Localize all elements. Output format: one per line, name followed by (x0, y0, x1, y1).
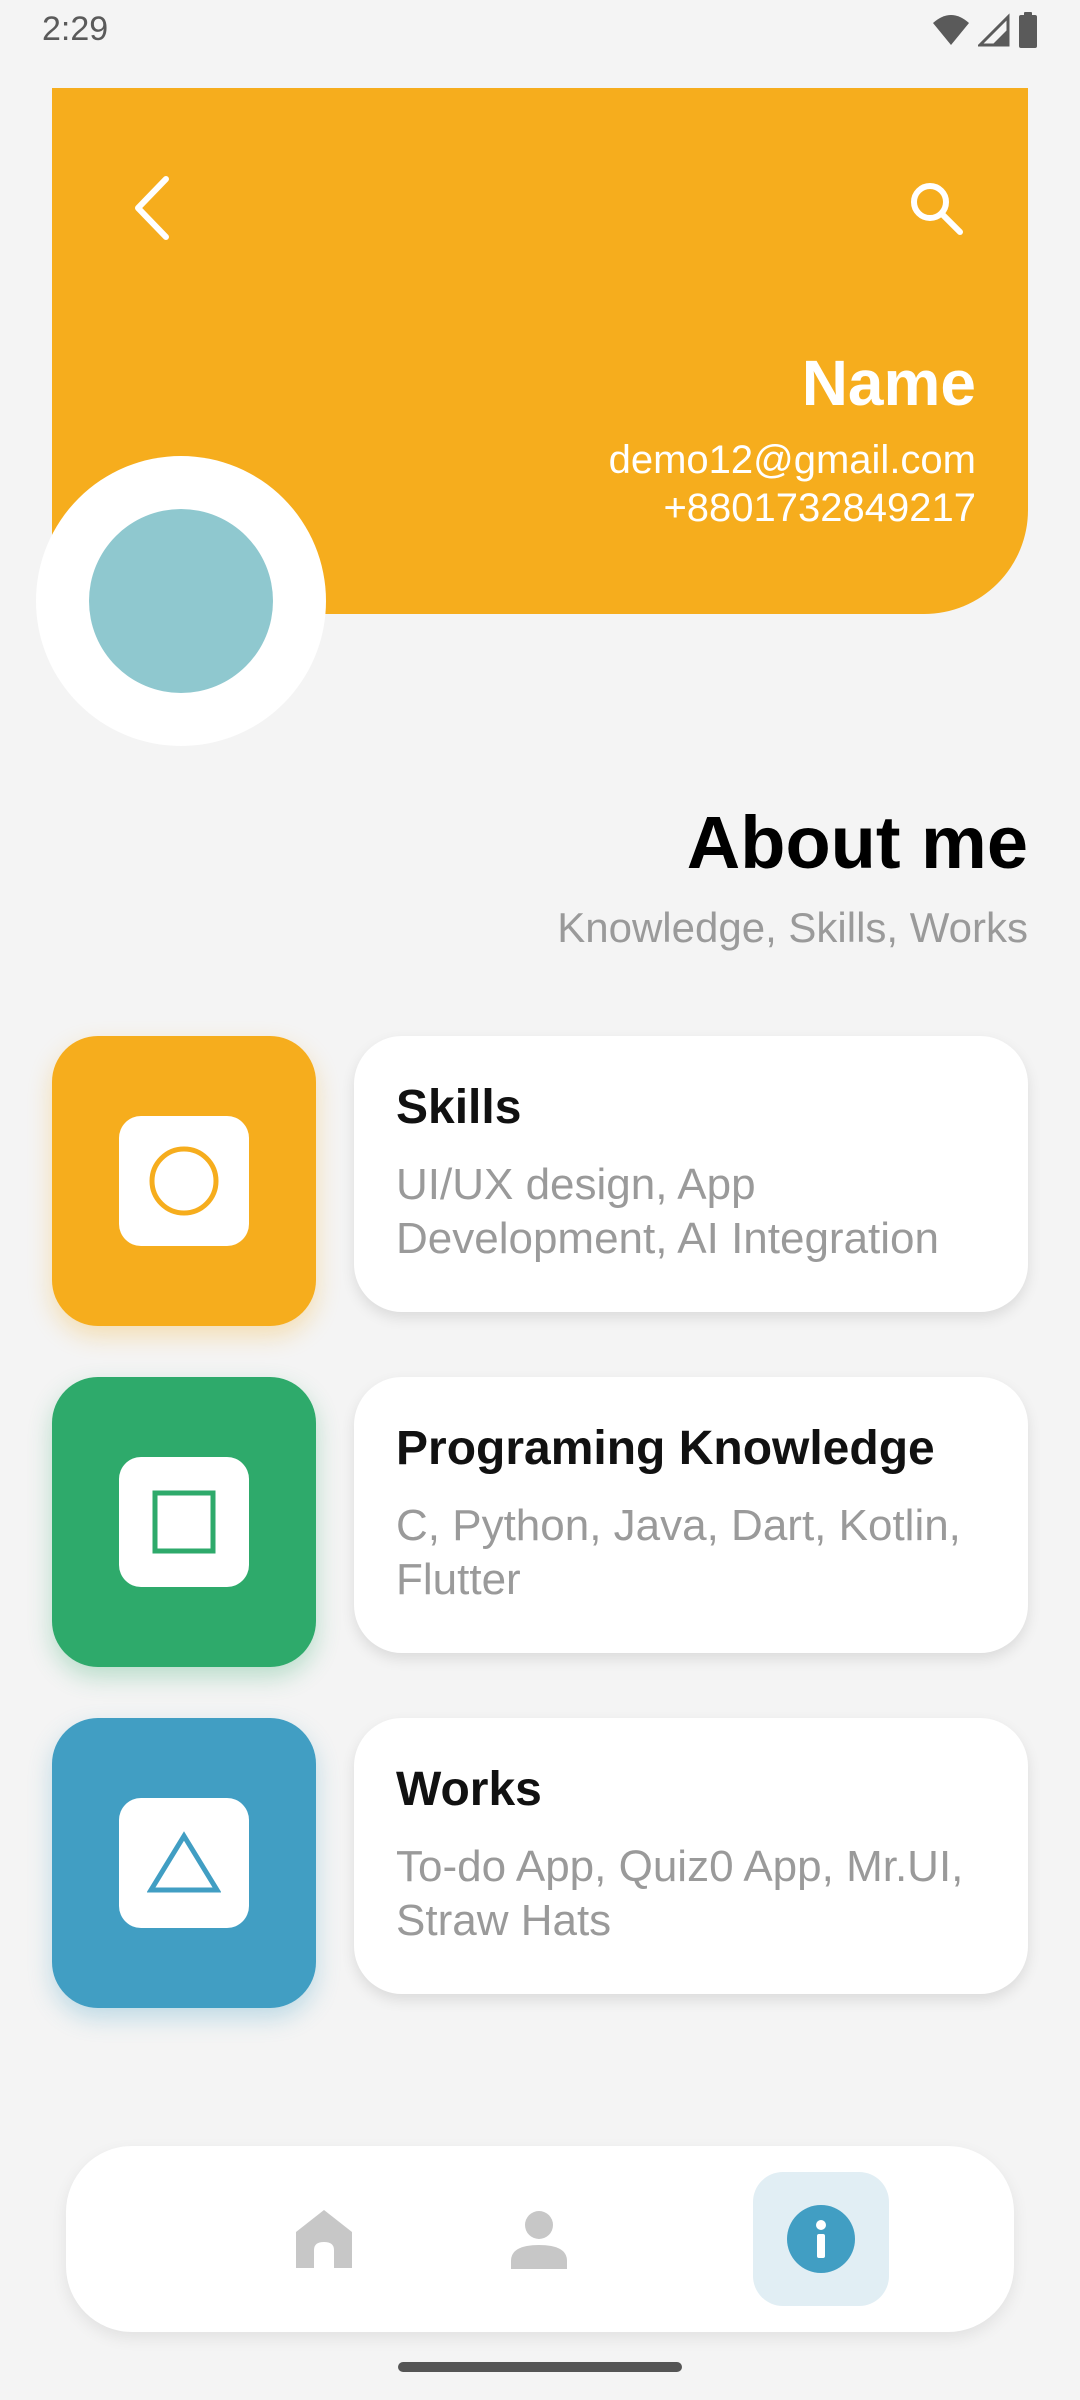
search-icon (911, 183, 963, 235)
profile-email: demo12@gmail.com (608, 438, 976, 482)
works-card[interactable]: Works To-do App, Quiz0 App, Mr.UI, Straw… (354, 1718, 1028, 1994)
cellular-signal-icon (978, 13, 1010, 47)
info-icon (787, 2205, 855, 2273)
status-bar: 2:29 (0, 0, 1080, 58)
circle-icon (149, 1146, 219, 1216)
knowledge-icon-inner (119, 1457, 249, 1587)
works-icon-inner (119, 1798, 249, 1928)
skills-icon-tile[interactable] (52, 1036, 316, 1326)
works-icon-tile[interactable] (52, 1718, 316, 2008)
avatar-ring (36, 456, 326, 746)
nav-profile[interactable] (471, 2172, 607, 2306)
skills-icon-inner (119, 1116, 249, 1246)
search-button[interactable] (896, 168, 976, 248)
nav-home[interactable] (256, 2172, 392, 2306)
knowledge-card-description: C, Python, Java, Dart, Kotlin, Flutter (396, 1501, 961, 1604)
about-subtitle: Knowledge, Skills, Works (557, 904, 1028, 951)
skills-card-description: UI/UX design, App Development, AI Integr… (396, 1160, 939, 1263)
person-icon (511, 2211, 567, 2269)
nav-info[interactable] (753, 2172, 889, 2306)
chevron-left-icon (135, 176, 169, 240)
square-icon (152, 1490, 216, 1554)
skills-row[interactable]: Skills UI/UX design, App Development, AI… (52, 1036, 1028, 1326)
triangle-icon (147, 1831, 221, 1893)
knowledge-card-title: Programing Knowledge (396, 1422, 935, 1475)
avatar[interactable] (89, 509, 273, 693)
bottom-nav (66, 2146, 1014, 2332)
works-row[interactable]: Works To-do App, Quiz0 App, Mr.UI, Straw… (52, 1718, 1028, 2008)
wifi-icon (933, 15, 969, 45)
skills-card-title: Skills (396, 1081, 522, 1134)
back-button[interactable] (112, 168, 192, 248)
about-title: About me (686, 801, 1028, 884)
knowledge-icon-tile[interactable] (52, 1377, 316, 1667)
profile-phone: +8801732849217 (663, 486, 976, 530)
knowledge-row[interactable]: Programing Knowledge C, Python, Java, Da… (52, 1377, 1028, 1667)
battery-icon (1019, 12, 1037, 48)
status-icons (932, 10, 1038, 50)
works-card-description: To-do App, Quiz0 App, Mr.UI, Straw Hats (396, 1842, 964, 1945)
works-card-title: Works (396, 1763, 542, 1816)
home-icon (296, 2210, 352, 2268)
gesture-bar[interactable] (398, 2362, 682, 2372)
profile-name: Name (801, 347, 976, 419)
knowledge-card[interactable]: Programing Knowledge C, Python, Java, Da… (354, 1377, 1028, 1653)
status-time: 2:29 (42, 10, 109, 48)
skills-card[interactable]: Skills UI/UX design, App Development, AI… (354, 1036, 1028, 1312)
